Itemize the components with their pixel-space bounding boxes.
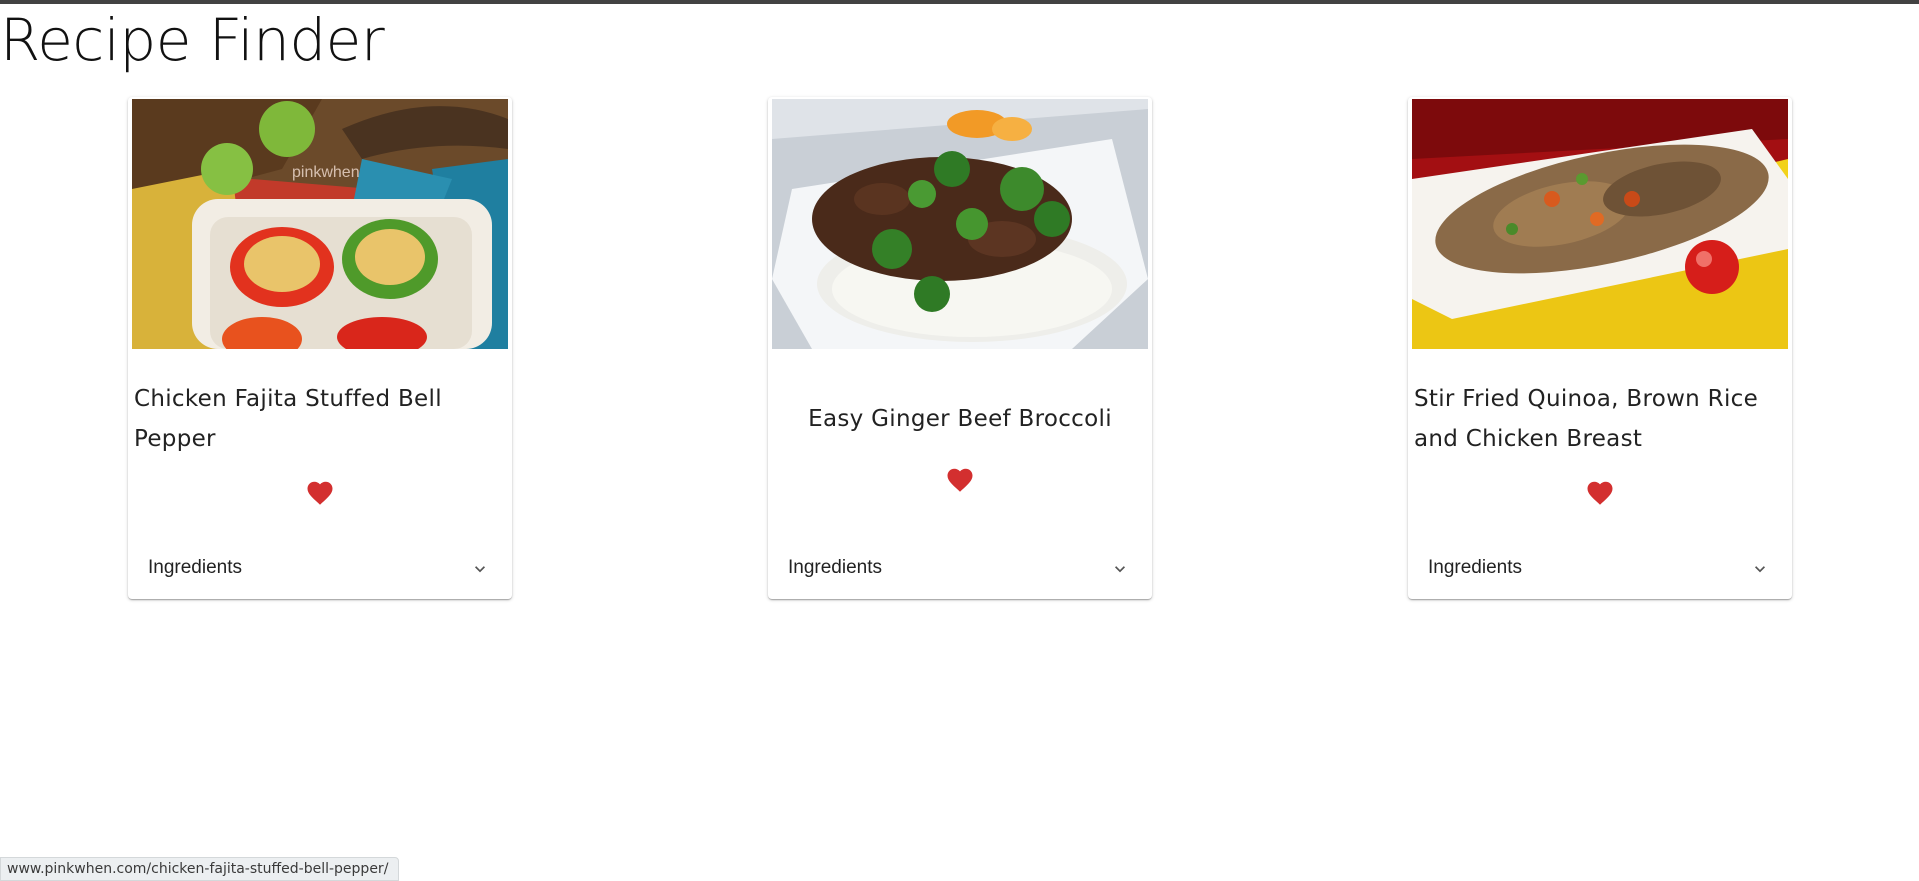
ingredients-label: Ingredients [1428, 557, 1523, 578]
ingredients-expander[interactable]: Ingredients [128, 543, 512, 595]
recipe-card: pinkwhen Chicken Fajita Stuffed Bell Pep… [128, 97, 512, 599]
heart-icon [307, 481, 333, 505]
page-title: Recipe Finder [0, 6, 385, 74]
recipe-title: Stir Fried Quinoa, Brown Rice and Chicke… [1414, 386, 1759, 452]
recipe-card: Easy Ginger Beef Broccoli Ingredients [768, 97, 1152, 599]
favorite-button[interactable] [1584, 478, 1616, 508]
image-watermark: pinkwhen [292, 164, 360, 181]
recipe-image[interactable] [772, 99, 1148, 349]
recipe-image[interactable] [1412, 99, 1788, 349]
top-bar [0, 0, 1919, 4]
ingredients-label: Ingredients [148, 557, 243, 578]
heart-icon [1587, 481, 1613, 505]
chevron-down-icon [475, 566, 485, 573]
recipe-image[interactable]: pinkwhen [132, 99, 508, 349]
recipe-title: Chicken Fajita Stuffed Bell Pepper [134, 386, 442, 452]
chevron-down-icon [1115, 566, 1125, 573]
ingredients-expander[interactable]: Ingredients [768, 543, 1152, 595]
chevron-down-icon [1755, 566, 1765, 573]
recipe-card: Stir Fried Quinoa, Brown Rice and Chicke… [1408, 97, 1792, 599]
favorite-button[interactable] [304, 478, 336, 508]
link-status-bar: www.pinkwhen.com/chicken-fajita-stuffed-… [0, 857, 400, 881]
recipe-title: Easy Ginger Beef Broccoli [808, 406, 1112, 432]
ingredients-expander[interactable]: Ingredients [1408, 543, 1792, 595]
heart-icon [947, 468, 973, 492]
favorite-button[interactable] [944, 465, 976, 495]
ingredients-label: Ingredients [788, 557, 883, 578]
